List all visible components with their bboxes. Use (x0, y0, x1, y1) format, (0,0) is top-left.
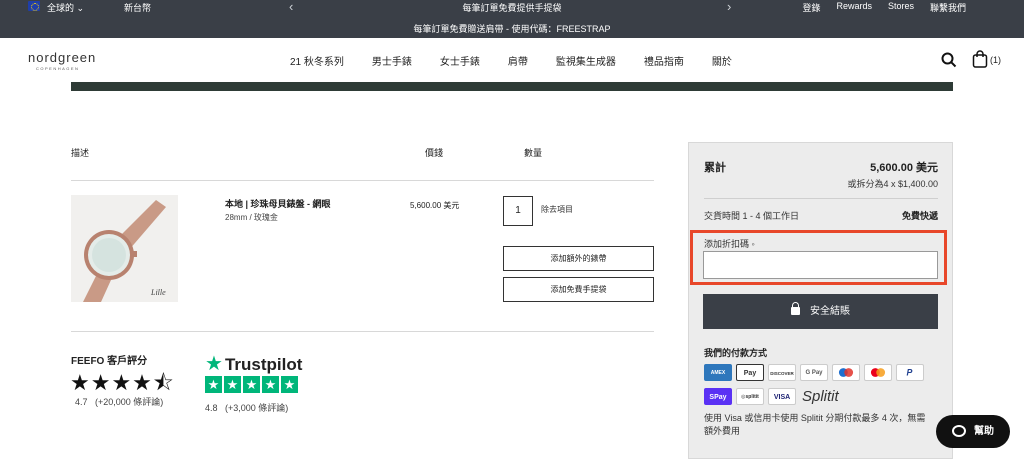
payment-methods-title: 我們的付款方式 (704, 348, 768, 358)
header-price: 價錢 (425, 148, 444, 158)
header-quantity: 數量 (524, 148, 543, 158)
top-links: 登錄 Rewards Stores 聯繫我們 (802, 1, 966, 14)
google-pay-icon: G Pay (800, 364, 828, 381)
discount-code-input[interactable] (703, 251, 938, 279)
nav-item-watch-builder[interactable]: 監視集生成器 (556, 53, 616, 68)
discount-code-label: 添加折扣碼 ◦ (704, 239, 755, 249)
secure-checkout-button[interactable]: 安全結賬 (703, 294, 938, 329)
shop-pay-icon: SPay (704, 388, 732, 405)
divider (71, 331, 654, 332)
nav-menu: 21 秋冬系列 男士手錶 女士手錶 肩帶 監視集生成器 禮品指南 關於 (290, 53, 760, 68)
nav-item-gift-guide[interactable]: 禮品指南 (644, 53, 684, 68)
add-extra-strap-button[interactable]: 添加額外的錶帶 (503, 246, 654, 271)
contact-link[interactable]: 聯繫我們 (930, 1, 966, 14)
shopping-bag-icon[interactable] (972, 50, 988, 68)
apple-pay-icon: Pay (736, 364, 764, 381)
chat-bubble-icon (952, 425, 966, 437)
promo-next-arrow-icon[interactable]: › (727, 0, 731, 14)
product-price: 5,600.00 美元 (410, 201, 460, 210)
trustpilot-star-icon: ★ (205, 353, 223, 375)
main-navigation: nordgreen COPENHAGEN 21 秋冬系列 男士手錶 女士手錶 肩… (0, 38, 1024, 82)
product-variant: 28mm / 玫瑰金 (225, 213, 278, 222)
lock-icon (791, 302, 800, 315)
maestro-icon (832, 364, 860, 381)
rewards-link[interactable]: Rewards (836, 1, 872, 14)
delivery-time: 交貨時間 1 - 4 個工作日 (704, 211, 800, 221)
splitit-badge-icon: ◎splitit (736, 388, 764, 405)
quantity-input[interactable]: 1 (503, 196, 533, 226)
hero-banner-strip (71, 82, 953, 91)
help-chat-button[interactable]: 幫助 (936, 415, 1010, 448)
login-link[interactable]: 登錄 (802, 1, 820, 14)
installment-note: 使用 Visa 或信用卡使用 Splitit 分期付款最多 4 次，無需額外費用 (704, 413, 926, 436)
free-shipping-label: 免費快遞 (901, 211, 938, 221)
product-name[interactable]: 本地 | 珍珠母貝錶盤 - 網眼 (225, 197, 331, 210)
nav-item-straps[interactable]: 肩帶 (508, 53, 528, 68)
feefo-rating: 4.7 (+20,000 條評論) (75, 397, 164, 407)
top-announcement-bar: 全球的 ⌄ 新台幣 ‹ 每筆訂單免費提供手提袋 › 登錄 Rewards Sto… (0, 0, 1024, 38)
payment-icons-row-1: AMEX Pay DISCOVER G Pay P (704, 364, 924, 381)
product-image-caption: Lille (150, 288, 166, 297)
divider (71, 180, 654, 181)
svg-text:P: P (906, 368, 912, 378)
total-value: 5,600.00 美元 (870, 162, 938, 174)
nav-item-women[interactable]: 女士手錶 (440, 53, 480, 68)
trustpilot-logo[interactable]: ★ Trustpilot (205, 351, 302, 376)
amex-icon: AMEX (704, 364, 732, 381)
header-description: 描述 (71, 148, 90, 158)
nav-item-fall-winter[interactable]: 21 秋冬系列 (290, 53, 344, 68)
cart-count[interactable]: (1) (990, 55, 1001, 65)
search-icon[interactable] (941, 52, 957, 68)
splitit-logo: Splitit (802, 388, 839, 405)
nav-item-about[interactable]: 關於 (712, 53, 732, 68)
nav-item-men[interactable]: 男士手錶 (372, 53, 412, 68)
divider (704, 198, 938, 199)
discover-icon: DISCOVER (768, 364, 796, 381)
feefo-title: FEEFO 客戶評分 (71, 356, 148, 367)
paypal-icon: P (896, 364, 924, 381)
trustpilot-rating: 4.8 (+3,000 條評論) (205, 403, 289, 413)
split-payment-text: 或拆分為4 x $1,400.00 (847, 179, 938, 189)
add-free-bag-button[interactable]: 添加免費手提袋 (503, 277, 654, 302)
promo-secondary-text: 每筆訂單免費贈送肩帶 - 使用代碼：FREESTRAP (413, 24, 611, 34)
product-image[interactable]: Lille (71, 195, 178, 302)
visa-icon: VISA (768, 388, 796, 405)
remove-item-link[interactable]: 除去項目 (541, 204, 573, 215)
trustpilot-stars-icon: ★ ★ ★ ★ ★ (205, 376, 298, 393)
mastercard-icon (864, 364, 892, 381)
total-label: 累計 (704, 162, 726, 174)
brand-logo-subtitle: COPENHAGEN (36, 66, 80, 71)
stores-link[interactable]: Stores (888, 1, 914, 14)
brand-logo[interactable]: nordgreen (28, 50, 96, 65)
payment-icons-row-2: SPay ◎splitit VISA Splitit (704, 388, 839, 405)
